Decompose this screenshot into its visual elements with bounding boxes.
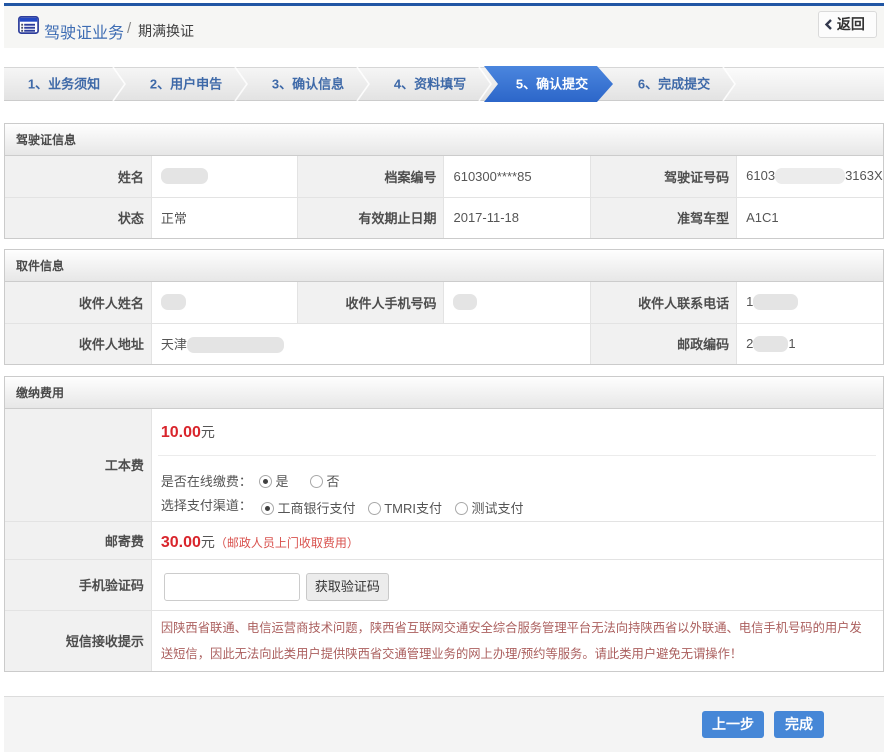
svg-text:4、资料填写: 4、资料填写 (394, 77, 466, 92)
svg-text:5、确认提交: 5、确认提交 (516, 77, 588, 92)
svg-text:2、用户申告: 2、用户申告 (150, 77, 222, 92)
svg-text:3、确认信息: 3、确认信息 (272, 77, 344, 92)
svg-text:1、业务须知: 1、业务须知 (28, 77, 100, 92)
svg-text:6、完成提交: 6、完成提交 (638, 77, 710, 92)
